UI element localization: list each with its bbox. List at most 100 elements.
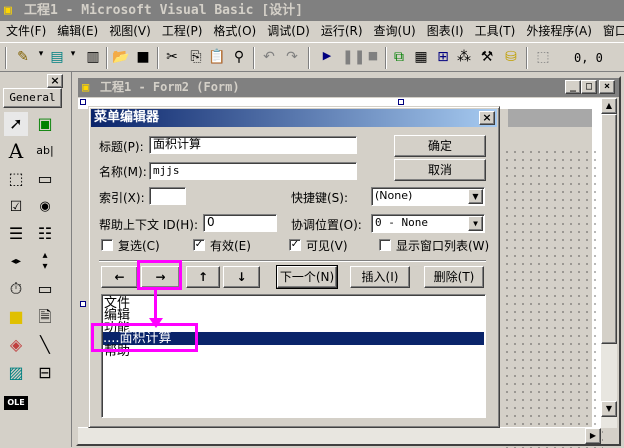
highlight-box bbox=[137, 260, 182, 290]
chevron-down-icon[interactable]: ▼ bbox=[468, 216, 483, 231]
vertical-scrollbar[interactable]: ▲ ▼ bbox=[601, 98, 617, 428]
form-layout-icon[interactable]: ⊞ bbox=[434, 49, 452, 65]
commandbutton-tool-icon[interactable]: ▭ bbox=[33, 167, 57, 191]
frame-tool-icon[interactable]: ⬚ bbox=[4, 167, 28, 191]
filelistbox-tool-icon[interactable]: 🗎 bbox=[33, 305, 57, 329]
close-button[interactable]: × bbox=[599, 80, 615, 94]
optionbutton-tool-icon[interactable]: ◉ bbox=[33, 195, 57, 219]
menu-addins[interactable]: 外接程序(A) bbox=[526, 21, 592, 42]
checked-checkbox[interactable] bbox=[101, 239, 113, 251]
ole-tool-icon[interactable]: OLE bbox=[4, 396, 28, 410]
checkbox-tool-icon[interactable]: ☑ bbox=[4, 195, 28, 219]
next-button[interactable]: 下一个(N) bbox=[276, 265, 338, 289]
app-title-bar: ▣ 工程1 - Microsoft Visual Basic [设计] bbox=[0, 0, 624, 21]
listbox-tool-icon[interactable]: ☷ bbox=[33, 222, 57, 246]
shape-tool-icon[interactable]: ◈ bbox=[4, 333, 28, 357]
caption-input[interactable]: 面积计算 bbox=[149, 136, 357, 154]
position-icon: ⬚ bbox=[536, 49, 550, 65]
dialog-title: 菜单编辑器 bbox=[94, 110, 160, 125]
horizontal-scrollbar[interactable]: ▶ bbox=[78, 428, 601, 444]
properties-icon[interactable]: ▦ bbox=[412, 49, 430, 65]
line-tool-icon[interactable]: ╲ bbox=[33, 333, 57, 357]
hscrollbar-tool-icon[interactable]: ◂▸ bbox=[4, 250, 28, 274]
delete-button[interactable]: 删除(T) bbox=[424, 266, 484, 288]
timer-tool-icon[interactable]: ⏱ bbox=[4, 277, 28, 301]
shortcut-value: (None) bbox=[375, 189, 413, 202]
start-icon[interactable]: ▶ bbox=[318, 49, 336, 62]
project-explorer-icon[interactable]: ⧉ bbox=[390, 49, 408, 65]
menu-editor-icon[interactable]: ▥ bbox=[84, 49, 102, 65]
toolbox-icon[interactable]: ⚒ bbox=[478, 49, 496, 65]
scroll-right-button[interactable]: ▶ bbox=[585, 428, 601, 444]
index-input[interactable] bbox=[149, 187, 186, 205]
chevron-down-icon[interactable]: ▼ bbox=[468, 189, 483, 204]
dropdown-icon[interactable]: ▾ bbox=[64, 49, 82, 59]
cut-icon[interactable]: ✂ bbox=[163, 49, 181, 65]
enabled-label: 有效(E) bbox=[210, 239, 251, 253]
undo-icon[interactable]: ↶ bbox=[260, 49, 278, 65]
image-tool-icon[interactable]: ▨ bbox=[4, 361, 28, 385]
paste-icon[interactable]: 📋 bbox=[208, 49, 226, 65]
vscrollbar-tool-icon[interactable]: ▴ ▾ bbox=[33, 250, 57, 274]
menu-edit[interactable]: 编辑(E) bbox=[57, 21, 98, 42]
maximize-button[interactable]: □ bbox=[581, 80, 597, 94]
scroll-thumb[interactable] bbox=[601, 114, 617, 344]
name-input[interactable]: mjjs bbox=[149, 162, 357, 180]
scroll-up-button[interactable]: ▲ bbox=[601, 98, 617, 114]
label-tool-icon[interactable]: A bbox=[4, 139, 28, 163]
textbox-tool-icon[interactable]: ab| bbox=[33, 139, 57, 163]
move-up-button[interactable]: ↑ bbox=[186, 266, 220, 288]
object-browser-icon[interactable]: ⁂ bbox=[455, 49, 473, 65]
move-down-button[interactable]: ↓ bbox=[223, 266, 260, 288]
negotiate-position-select[interactable]: 0 - None ▼ bbox=[371, 214, 485, 233]
help-context-input[interactable]: 0 bbox=[203, 214, 277, 232]
visible-checkbox[interactable]: ✓ bbox=[289, 239, 301, 251]
menu-query[interactable]: 查询(U) bbox=[374, 21, 416, 42]
pause-icon[interactable]: ❚❚ bbox=[342, 49, 365, 65]
menu-items-list[interactable]: 文件 编辑 功能 ....面积计算 帮助 bbox=[101, 294, 486, 418]
enabled-checkbox[interactable]: ✓ bbox=[193, 239, 205, 251]
picturebox-tool-icon[interactable]: ▣ bbox=[33, 112, 57, 136]
window-list-checkbox[interactable] bbox=[379, 239, 391, 251]
ok-button[interactable]: 确定 bbox=[394, 135, 486, 157]
menu-tools[interactable]: 工具(T) bbox=[475, 21, 516, 42]
dialog-title-bar: 菜单编辑器 × bbox=[91, 109, 497, 127]
menu-debug[interactable]: 调试(D) bbox=[267, 21, 310, 42]
resize-handle[interactable] bbox=[398, 99, 404, 105]
shortcut-select[interactable]: (None) ▼ bbox=[371, 187, 485, 206]
insert-button[interactable]: 插入(I) bbox=[350, 266, 410, 288]
toolbox-tab-general[interactable]: General bbox=[3, 88, 62, 108]
menu-window[interactable]: 窗口 bbox=[603, 21, 624, 42]
form-caption-bar bbox=[508, 109, 592, 127]
save-icon[interactable]: ■ bbox=[134, 49, 152, 65]
dirlistbox-tool-icon[interactable]: ■ bbox=[4, 305, 28, 329]
menu-diagram[interactable]: 图表(I) bbox=[427, 21, 464, 42]
caption-label: 标题(P): bbox=[99, 140, 144, 154]
menu-file[interactable]: 文件(F) bbox=[6, 21, 46, 42]
menu-view[interactable]: 视图(V) bbox=[109, 21, 151, 42]
negotiate-position-value: 0 - None bbox=[375, 216, 428, 229]
menu-project[interactable]: 工程(P) bbox=[162, 21, 203, 42]
menu-format[interactable]: 格式(O) bbox=[213, 21, 256, 42]
resize-handle[interactable] bbox=[80, 301, 86, 307]
move-left-button[interactable]: ← bbox=[101, 266, 138, 288]
redo-icon[interactable]: ↷ bbox=[283, 49, 301, 65]
add-project-icon[interactable]: ✎ bbox=[14, 49, 32, 65]
pointer-tool-icon[interactable]: ➚ bbox=[4, 112, 28, 136]
open-icon[interactable]: 📂 bbox=[112, 49, 130, 65]
scroll-down-button[interactable]: ▼ bbox=[601, 401, 617, 417]
find-icon[interactable]: ⚲ bbox=[230, 49, 248, 65]
toolbox-close-button[interactable]: × bbox=[47, 74, 63, 88]
dialog-close-button[interactable]: × bbox=[479, 111, 495, 125]
cancel-button[interactable]: 取消 bbox=[394, 159, 486, 181]
data-tool-icon[interactable]: ⊟ bbox=[33, 361, 57, 385]
form-grid bbox=[503, 148, 603, 448]
resize-handle[interactable] bbox=[80, 99, 86, 105]
drivelistbox-tool-icon[interactable]: ▭ bbox=[33, 277, 57, 301]
minimize-button[interactable]: _ bbox=[565, 80, 581, 94]
combobox-tool-icon[interactable]: ☰ bbox=[4, 222, 28, 246]
copy-icon[interactable]: ⎘ bbox=[187, 49, 205, 65]
data-view-icon[interactable]: ⛁ bbox=[502, 49, 520, 65]
menu-run[interactable]: 运行(R) bbox=[321, 21, 363, 42]
stop-icon[interactable]: ■ bbox=[364, 49, 382, 62]
